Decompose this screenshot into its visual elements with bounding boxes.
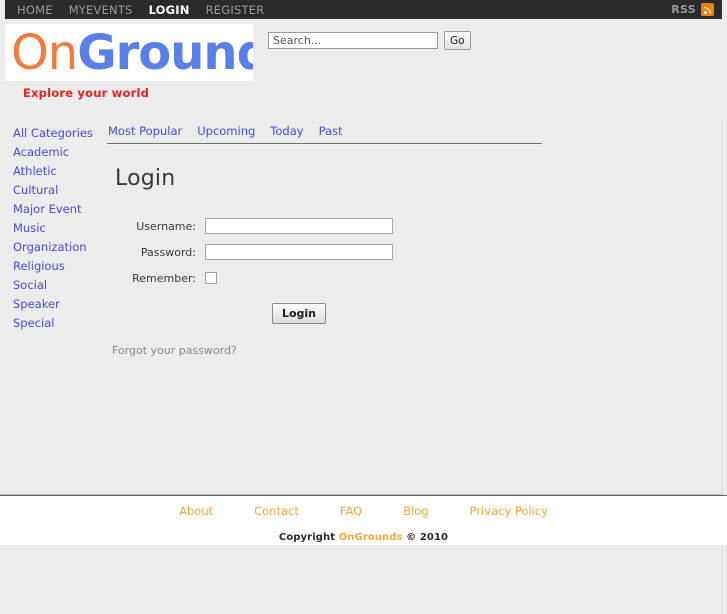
sidebar-item-religious[interactable]: Religious	[13, 257, 103, 276]
forgot-password-link[interactable]: Forgot your password?	[112, 344, 237, 357]
rss-label: RSS	[671, 3, 696, 16]
search-area: Go	[268, 31, 471, 50]
username-label: Username:	[136, 219, 196, 233]
tab-today[interactable]: Today	[270, 124, 303, 138]
rss-icon[interactable]	[701, 3, 714, 16]
main-column: Most Popular Upcoming Today Past Login U…	[107, 119, 543, 357]
username-row: Username:	[124, 213, 543, 239]
copyright-notice: Copyright OnGrounds © 2010	[0, 532, 727, 543]
footer-link-contact[interactable]: Contact	[254, 504, 299, 518]
page-title: Login	[115, 166, 176, 191]
sidebar-item-cultural[interactable]: Cultural	[13, 181, 103, 200]
top-navigation-bar: HOME MYEVENTS LOGIN REGISTER RSS	[5, 0, 722, 19]
site-logo[interactable]: OnGrounds	[5, 24, 253, 81]
nav-item-login[interactable]: LOGIN	[149, 3, 190, 17]
sidebar-item-academic[interactable]: Academic	[13, 143, 103, 162]
sidebar-item-all-categories[interactable]: All Categories	[13, 124, 103, 143]
password-row: Password:	[124, 239, 543, 265]
event-filter-tabs: Most Popular Upcoming Today Past	[107, 119, 543, 138]
tab-past[interactable]: Past	[319, 124, 343, 138]
footer-links: About Contact FAQ Blog Privacy Policy	[0, 496, 727, 518]
content-area: All Categories Academic Athletic Cultura…	[0, 119, 727, 614]
sidebar-item-athletic[interactable]: Athletic	[13, 162, 103, 181]
tab-most-popular[interactable]: Most Popular	[108, 124, 182, 138]
logo-text-on: On	[11, 24, 78, 81]
tab-upcoming[interactable]: Upcoming	[197, 124, 255, 138]
footer-link-about[interactable]: About	[179, 504, 213, 518]
footer-link-blog[interactable]: Blog	[403, 504, 428, 518]
sidebar-item-music[interactable]: Music	[13, 219, 103, 238]
password-label: Password:	[140, 245, 196, 259]
remember-checkbox[interactable]	[205, 272, 217, 284]
footer-link-privacy-policy[interactable]: Privacy Policy	[470, 504, 548, 518]
sidebar-item-organization[interactable]: Organization	[13, 238, 103, 257]
sidebar-item-major-event[interactable]: Major Event	[13, 200, 103, 219]
footer-link-faq[interactable]: FAQ	[340, 504, 362, 518]
logo-text: OnGrounds	[5, 27, 253, 79]
tabs-divider	[107, 143, 542, 145]
site-footer: About Contact FAQ Blog Privacy Policy Co…	[0, 495, 727, 545]
username-input[interactable]	[205, 218, 393, 234]
password-input[interactable]	[205, 244, 393, 260]
search-go-button[interactable]: Go	[444, 31, 471, 50]
nav-item-register[interactable]: REGISTER	[206, 3, 265, 17]
logo-text-grounds: Grounds	[77, 24, 253, 81]
submit-row: Login	[205, 303, 393, 324]
site-header: OnGrounds Explore your world Go	[0, 19, 727, 119]
remember-label: Remember:	[132, 271, 196, 285]
site-tagline: Explore your world	[23, 86, 150, 100]
sidebar-item-social[interactable]: Social	[13, 276, 103, 295]
nav-item-home[interactable]: HOME	[17, 3, 53, 17]
search-input[interactable]	[268, 32, 438, 49]
sidebar-item-special[interactable]: Special	[13, 314, 103, 333]
nav-item-myevents[interactable]: MYEVENTS	[69, 3, 133, 17]
login-submit-button[interactable]: Login	[271, 303, 327, 324]
category-sidebar: All Categories Academic Athletic Cultura…	[13, 124, 103, 333]
copyright-prefix: Copyright	[278, 532, 336, 543]
copyright-suffix: © 2010	[406, 532, 449, 543]
remember-row: Remember:	[124, 265, 543, 291]
sidebar-item-speaker[interactable]: Speaker	[13, 295, 103, 314]
copyright-brand: OnGrounds	[338, 532, 403, 543]
rss-feed-link[interactable]: RSS	[671, 3, 714, 16]
login-form: Username: Password: Remember: Login	[124, 213, 543, 324]
